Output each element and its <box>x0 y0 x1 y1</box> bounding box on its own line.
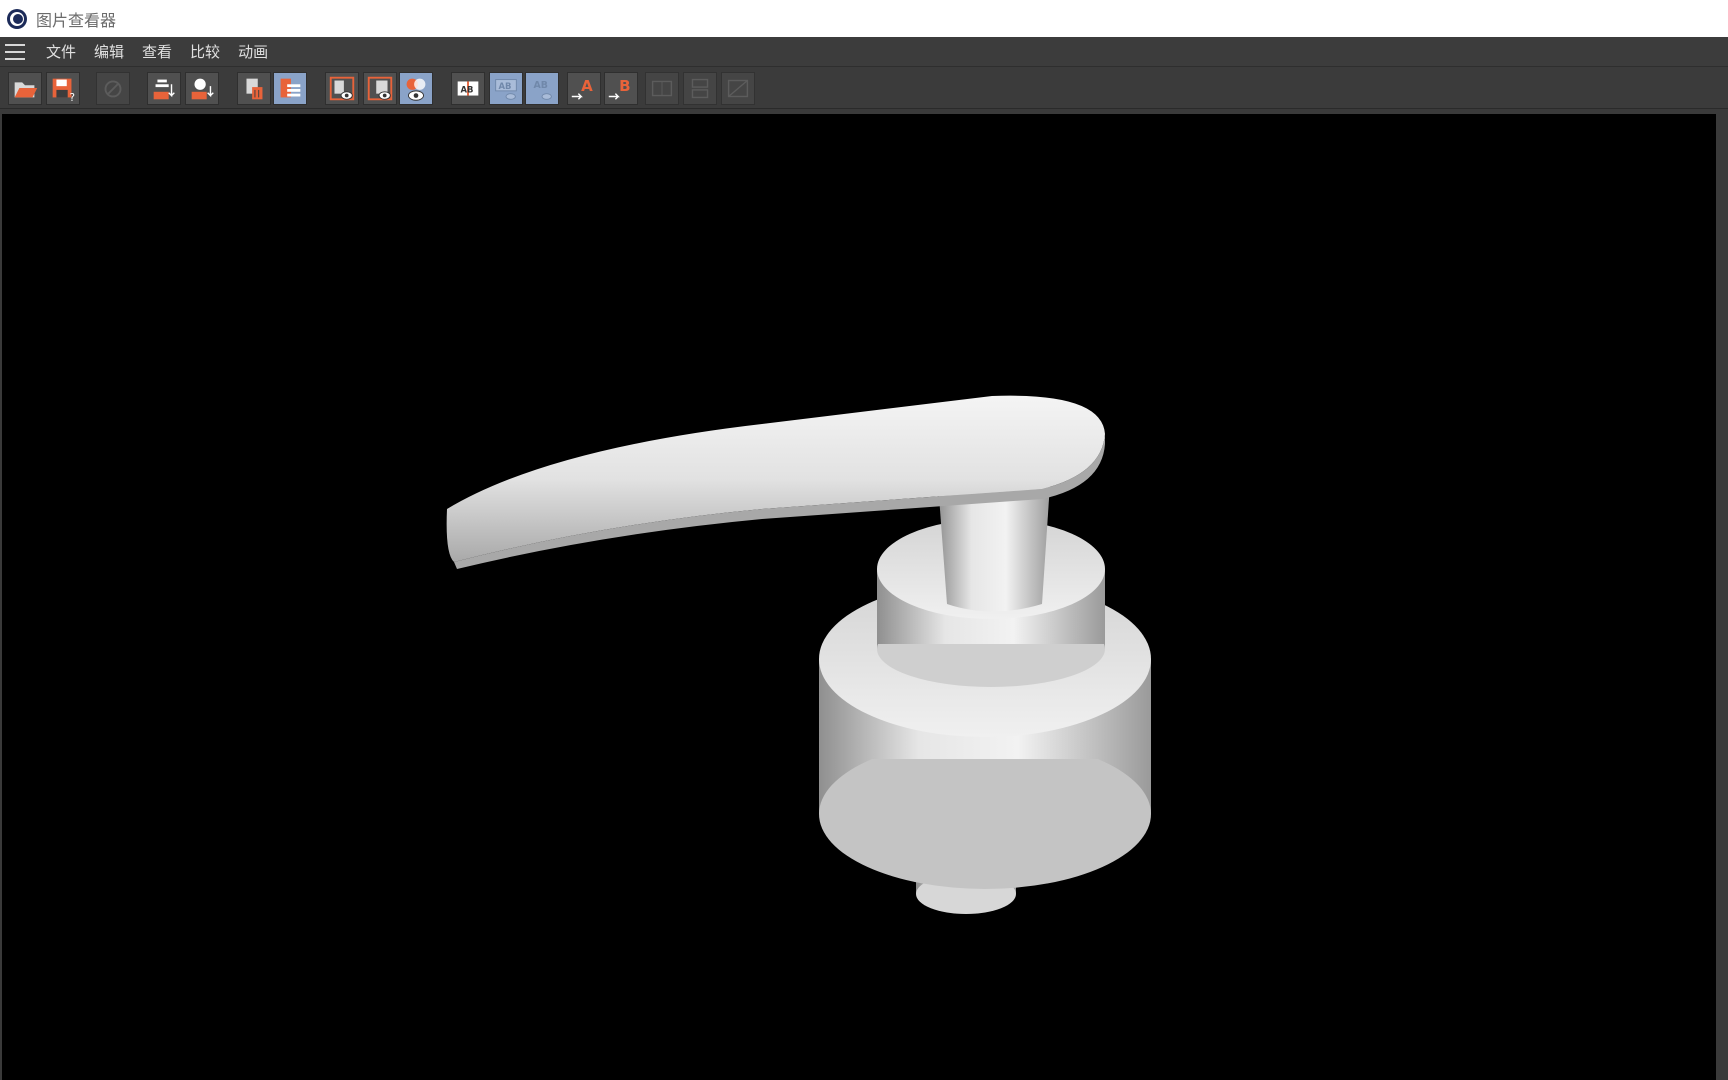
menu-edit[interactable]: 编辑 <box>85 41 133 62</box>
menu-bar: 文件 编辑 查看 比较 动画 <box>0 37 1728 67</box>
app-logo-icon <box>7 8 27 29</box>
swap-ab-button[interactable] <box>645 72 679 105</box>
set-b-label: B <box>619 77 630 95</box>
list-icon <box>280 78 301 98</box>
menu-file[interactable]: 文件 <box>37 41 85 62</box>
ab-vertical-button[interactable]: AB <box>525 72 559 105</box>
view-ab-button[interactable] <box>399 72 433 105</box>
view-b-button[interactable] <box>363 72 397 105</box>
svg-text:?: ? <box>70 92 75 104</box>
view-ab-icon <box>406 78 426 101</box>
set-b-button[interactable]: B <box>604 72 638 105</box>
stack-ab-icon <box>691 78 709 99</box>
viewport-edge <box>1716 114 1728 1080</box>
ab-horizontal-label: AB <box>498 81 511 91</box>
swap-ab-icon <box>651 80 673 97</box>
delete-icon <box>246 78 263 100</box>
rendered-image <box>446 395 1151 914</box>
set-b-icon: B <box>608 77 631 100</box>
set-a-button[interactable]: A <box>567 72 601 105</box>
save-icon: ? <box>52 78 75 104</box>
list-button[interactable] <box>273 72 307 105</box>
toolbar: ? AB AB AB A B <box>0 67 1728 109</box>
set-a-label: A <box>581 77 593 95</box>
export-button[interactable] <box>185 72 219 105</box>
menu-view[interactable]: 查看 <box>133 41 181 62</box>
set-a-icon: A <box>571 77 593 100</box>
open-button[interactable] <box>8 72 42 105</box>
ab-horizontal-icon: AB <box>495 79 517 100</box>
open-folder-icon <box>14 82 38 98</box>
ab-split-icon: AB <box>457 81 479 96</box>
menu-compare[interactable]: 比较 <box>181 41 229 62</box>
ab-split-label: AB <box>460 85 473 95</box>
export-icon <box>191 78 214 100</box>
stack-ab-button[interactable] <box>683 72 717 105</box>
ab-vertical-label: AB <box>534 80 548 91</box>
diff-ab-icon <box>727 79 749 98</box>
save-button[interactable]: ? <box>46 72 80 105</box>
ab-split-button[interactable]: AB <box>451 72 485 105</box>
hamburger-icon[interactable] <box>5 43 25 60</box>
view-b-icon <box>367 76 393 101</box>
image-viewport[interactable] <box>2 114 1716 1080</box>
merge-button[interactable] <box>147 72 181 105</box>
window-title: 图片查看器 <box>36 10 117 30</box>
stop-button[interactable] <box>96 72 130 105</box>
menu-animation[interactable]: 动画 <box>229 41 277 62</box>
stop-icon <box>104 80 122 98</box>
delete-button[interactable] <box>237 72 271 105</box>
title-bar: 图片查看器 <box>0 0 1728 37</box>
merge-layers-icon <box>153 79 175 100</box>
diff-ab-button[interactable] <box>721 72 755 105</box>
view-a-icon <box>329 76 355 101</box>
ab-vertical-icon: AB <box>534 80 552 100</box>
view-a-button[interactable] <box>325 72 359 105</box>
ab-horizontal-button[interactable]: AB <box>489 72 523 105</box>
